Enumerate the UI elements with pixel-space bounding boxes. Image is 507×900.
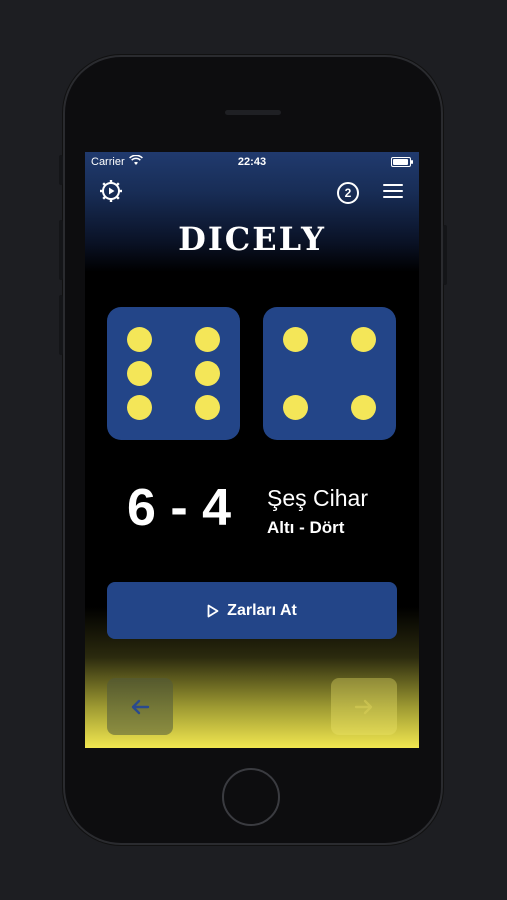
side-button-power [443, 225, 447, 285]
roll-dice-button[interactable]: Zarları At [107, 582, 397, 639]
roll-words: Altı - Dört [267, 518, 345, 537]
home-button[interactable] [222, 768, 280, 826]
play-icon [207, 604, 219, 617]
die-pip [195, 327, 220, 352]
app-logo: DICELY [178, 220, 326, 258]
die-pip [195, 361, 220, 386]
roll-dice-label: Zarları At [227, 601, 297, 619]
die-pip [127, 395, 152, 420]
die-pip [283, 395, 308, 420]
hamburger-icon[interactable] [383, 184, 403, 198]
roll-score: 6 - 4 [127, 479, 232, 537]
die-left[interactable] [107, 307, 240, 440]
die-pip [195, 395, 220, 420]
side-button-volume-down [59, 295, 63, 355]
die-right[interactable] [263, 307, 396, 440]
die-pip [351, 395, 376, 420]
die-pip [127, 327, 152, 352]
app-screen: Carrier 22:43 2 DICELY 6 - 4 Şeş Cihar A… [85, 152, 419, 748]
back-button[interactable] [107, 678, 173, 735]
die-pip [283, 327, 308, 352]
forward-button[interactable] [331, 678, 397, 735]
battery-icon [391, 157, 413, 167]
arrow-left-icon [131, 699, 150, 714]
count-badge-button[interactable]: 2 [337, 182, 359, 204]
side-button-volume-up [59, 220, 63, 280]
status-bar: Carrier 22:43 [85, 152, 419, 172]
die-pip [127, 361, 152, 386]
die-pip [351, 327, 376, 352]
side-button-mute [59, 155, 63, 185]
arrow-right-icon [354, 699, 373, 714]
clock-time: 22:43 [237, 156, 267, 168]
settings-gear-icon[interactable] [99, 179, 123, 203]
phone-speaker [225, 110, 281, 115]
roll-name: Şeş Cihar [267, 485, 368, 511]
